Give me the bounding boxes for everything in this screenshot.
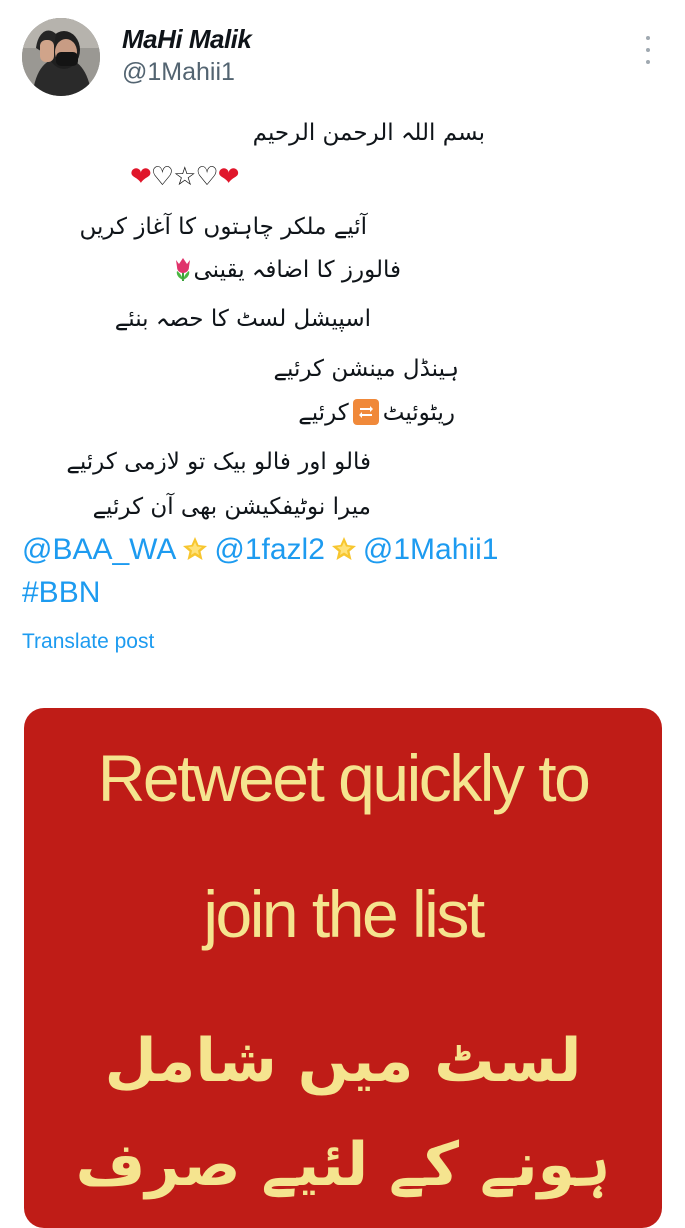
media-urdu-line-1: لسٹ میں شامل bbox=[104, 1026, 582, 1096]
post-line-7: میرا نوٹیفکیشن بھی آن کرئیے bbox=[92, 494, 371, 520]
post-media-image[interactable]: Retweet quickly to join the list لسٹ میں… bbox=[24, 708, 662, 1228]
avatar-photo bbox=[22, 18, 100, 96]
post-line-1: آئیے ملکر چاہتوں کا آغاز کریں bbox=[79, 214, 367, 240]
author-handle[interactable]: @1Mahii1 bbox=[122, 58, 235, 87]
red-heart-icon: ❤ bbox=[130, 162, 152, 192]
mention-link[interactable]: @1fazl2 bbox=[214, 533, 325, 566]
post-line-bismillah: بسم اللہ الرحمن الرحیم bbox=[252, 120, 485, 146]
more-vertical-icon[interactable] bbox=[636, 36, 660, 64]
media-text-line-1: Retweet quickly to bbox=[97, 741, 591, 815]
tulip-emoji-icon bbox=[175, 258, 190, 281]
post-line-2: فالورز کا اضافہ یقینی bbox=[166, 256, 401, 285]
post-line-5-retweet: ریٹوئیٹ bbox=[382, 400, 455, 426]
star-icon: ☆ bbox=[173, 162, 196, 192]
media-text-line-2: join the list bbox=[203, 877, 485, 951]
media-urdu-line-2: ہونے کے لئیے صرف bbox=[75, 1130, 611, 1200]
white-heart-icon: ♡ bbox=[150, 162, 174, 192]
post-line-6: فالو اور فالو بیک تو لازمی کرئیے bbox=[66, 449, 371, 475]
hashtag-link[interactable]: #BBN bbox=[22, 576, 100, 610]
white-heart-icon: ♡ bbox=[195, 162, 218, 192]
post-line-5: ریٹوئیٹ کرئیے bbox=[298, 399, 455, 428]
avatar[interactable] bbox=[22, 18, 100, 96]
mention-link[interactable]: @1Mahii1 bbox=[363, 533, 499, 566]
red-heart-icon: ❤ bbox=[217, 162, 240, 192]
glowing-star-emoji-icon bbox=[183, 537, 208, 560]
mention-link[interactable]: @BAA_WA bbox=[22, 533, 176, 566]
post-line-4: ہینڈل مینشن کرئیے bbox=[273, 356, 459, 382]
author-display-name[interactable]: MaHi Malik bbox=[122, 24, 252, 55]
hearts-row: ❤♡☆♡❤ bbox=[130, 162, 240, 192]
post-line-5-karie: کرئیے bbox=[298, 400, 349, 426]
post-line-3: اسپیشل لسٹ کا حصہ بنئے bbox=[114, 306, 371, 332]
post-line-2-text: فالورز کا اضافہ یقینی bbox=[193, 257, 401, 283]
glowing-star-emoji-icon bbox=[331, 537, 356, 560]
mentions-row: @BAA_WA @1fazl2 @1Mahii1 bbox=[22, 533, 498, 567]
repeat-emoji-icon bbox=[352, 399, 379, 425]
translate-post-link[interactable]: Translate post bbox=[22, 630, 154, 654]
